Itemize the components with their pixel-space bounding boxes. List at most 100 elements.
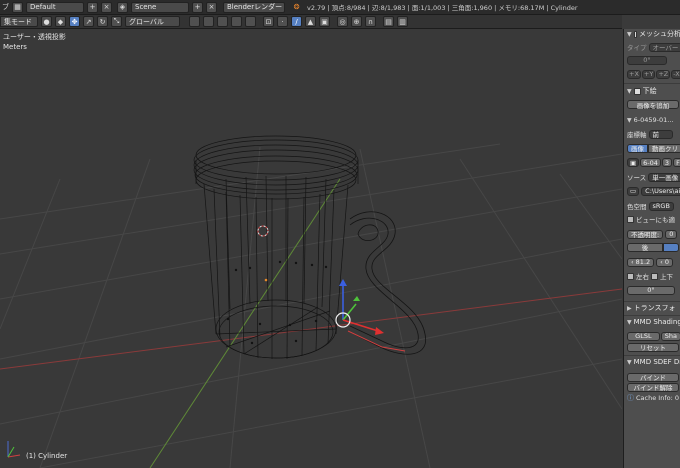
mesh-analysis-title: メッシュ分析 xyxy=(639,30,680,38)
mmd-shading-header[interactable]: ▼ MMD Shading xyxy=(624,317,680,327)
axis-dropdown[interactable]: 前 xyxy=(648,129,673,139)
info-header: ブ ▦ Default + × ◈ Scene + × Blenderレンダー … xyxy=(0,0,680,15)
unbind-button[interactable]: バインド解除 xyxy=(627,382,679,392)
scale-icon[interactable]: ⤡ xyxy=(111,16,122,27)
image-datablock[interactable]: 6-04 xyxy=(640,158,661,167)
face-select-icon[interactable]: ▲ xyxy=(305,16,316,27)
mode-selector[interactable]: 集モード xyxy=(0,16,38,27)
add-image-button[interactable]: 画像を追加 xyxy=(627,100,679,110)
translate-icon[interactable]: ↗ xyxy=(83,16,94,27)
render-animation-icon[interactable]: ▥ xyxy=(397,16,408,27)
y-axis-line xyxy=(149,178,341,468)
layer-2-button[interactable] xyxy=(203,16,214,27)
opacity-value[interactable]: 0 xyxy=(665,229,678,239)
axis-button-pz[interactable]: +Z xyxy=(656,69,671,79)
collapse-icon: ▼ xyxy=(627,318,632,326)
folder-icon[interactable]: ▭ xyxy=(627,186,640,196)
proportional-edit-icon[interactable]: ◎ xyxy=(337,16,348,27)
axis-button-px[interactable]: +X xyxy=(627,69,641,79)
collapse-icon: ▼ xyxy=(627,30,632,38)
source-label: ソース xyxy=(627,174,647,182)
layer-5-button[interactable] xyxy=(245,16,256,27)
layer-3-button[interactable] xyxy=(217,16,228,27)
reset-button[interactable]: リセット xyxy=(627,342,679,352)
flip-x-checkbox[interactable] xyxy=(627,272,634,280)
add-scene-button[interactable]: + xyxy=(192,1,203,13)
screen-layout-icon[interactable]: ▦ xyxy=(12,1,23,13)
lock-icon[interactable]: ⊡ xyxy=(263,16,274,27)
view-as-render-checkbox[interactable] xyxy=(627,215,634,223)
colorspace-dropdown[interactable]: sRGB xyxy=(648,201,674,211)
edge-select-icon[interactable]: / xyxy=(291,16,302,27)
glsl-button[interactable]: GLSL xyxy=(627,331,660,341)
flip-y-checkbox[interactable] xyxy=(651,272,658,280)
remove-layout-button[interactable]: × xyxy=(101,1,112,13)
snap-magnet-icon[interactable]: ∩ xyxy=(365,16,376,27)
size-field[interactable]: ‹ 81.2 xyxy=(627,257,655,267)
shadeless-button[interactable]: Sha xyxy=(660,331,680,341)
layout-selector[interactable]: Default xyxy=(26,1,84,13)
size-field-secondary[interactable]: ‹ 0 xyxy=(656,257,673,267)
mmd-sdef-title: MMD SDEF Driv xyxy=(633,358,680,366)
render-preview-icon[interactable]: ▤ xyxy=(383,16,394,27)
view3d-header: 集モード ● ◆ ✥ ↗ ↻ ⤡ グローバル ⊡ · / ▲ ▣ ◎ ⊕ ∩ ▤… xyxy=(0,15,622,29)
flip-y-label: 上下 xyxy=(660,273,673,281)
axis-button-py[interactable]: +Y xyxy=(641,69,656,79)
source-tab-image[interactable]: 画像 xyxy=(627,143,648,153)
filepath-field[interactable]: C:\Users\air... xyxy=(641,186,680,196)
mmd-shading-title: MMD Shading xyxy=(633,318,680,326)
divider xyxy=(624,355,680,356)
render-engine-selector[interactable]: Blenderレンダー xyxy=(223,1,285,13)
axis-button-nx[interactable]: -X xyxy=(671,69,680,79)
image-browse-icon[interactable]: ▣ xyxy=(627,158,640,167)
units-label: Meters xyxy=(3,43,27,51)
limit-selection-icon[interactable]: ▣ xyxy=(319,16,330,27)
transform-panel-title: トランスフォ xyxy=(633,304,676,312)
3d-viewport[interactable]: ユーザー・透視投影 Meters (1) Cylinder xyxy=(0,29,622,468)
source-dropdown[interactable]: 単一画像 xyxy=(648,172,680,182)
manipulator-toggle-icon[interactable]: ✥ xyxy=(69,16,80,27)
background-image-title: 下絵 xyxy=(642,87,657,95)
layer-1-button[interactable] xyxy=(189,16,200,27)
mmd-sdef-header[interactable]: ▼ MMD SDEF Driv xyxy=(624,357,680,367)
depth-front-button[interactable] xyxy=(663,242,679,252)
layer-4-button[interactable] xyxy=(231,16,242,27)
collapse-icon: ▼ xyxy=(627,358,632,366)
background-image-checkbox[interactable] xyxy=(633,87,641,95)
mesh-analysis-header[interactable]: ▼ メッシュ分析 xyxy=(624,29,680,39)
scene-icon[interactable]: ◈ xyxy=(117,1,128,13)
vertex-select-icon[interactable]: · xyxy=(277,16,288,27)
source-tab-movie-clip[interactable]: 動画クリ xyxy=(648,143,680,153)
image-user-count[interactable]: 3 xyxy=(661,158,673,167)
remove-scene-button[interactable]: × xyxy=(206,1,217,13)
depth-back-button[interactable]: 後 xyxy=(627,242,663,252)
type-dropdown[interactable]: オーバー xyxy=(648,42,680,52)
cache-info-text: Cache Info: 0 da xyxy=(636,394,680,402)
scene-name: Scene xyxy=(135,3,157,11)
opacity-slider[interactable]: 不透明度: xyxy=(627,229,664,239)
mode-name: 集モード xyxy=(4,17,32,26)
mesh-analysis-checkbox[interactable] xyxy=(633,30,637,38)
divider xyxy=(624,83,680,84)
angle-field[interactable]: 0° xyxy=(627,55,667,65)
transform-orientation-selector[interactable]: グローバル xyxy=(125,16,180,27)
rotation-field[interactable]: 0° xyxy=(627,285,675,295)
3d-cursor[interactable] xyxy=(257,225,269,237)
rotate-icon[interactable]: ↻ xyxy=(97,16,108,27)
bind-button[interactable]: バインド xyxy=(627,372,679,382)
expand-icon: ▼ xyxy=(627,116,632,124)
size-value: 81.2 xyxy=(635,258,651,266)
orientation-name: グローバル xyxy=(129,17,164,26)
pivot-icon[interactable]: ◆ xyxy=(55,16,66,27)
menu-tail[interactable]: ブ xyxy=(2,2,9,12)
fake-user-button[interactable]: F xyxy=(673,158,680,167)
shading-icon[interactable]: ● xyxy=(41,16,52,27)
scene-selector[interactable]: Scene xyxy=(131,1,189,13)
background-image-header[interactable]: ▼ 下絵 xyxy=(624,86,680,96)
orange-vertex xyxy=(264,278,268,282)
axis-label: 座標軸 xyxy=(627,131,647,139)
transform-panel-header[interactable]: ▶ トランスフォ xyxy=(624,303,680,313)
add-layout-button[interactable]: + xyxy=(87,1,98,13)
snap-element-icon[interactable]: ⊕ xyxy=(351,16,362,27)
viewport-scene[interactable] xyxy=(0,29,622,468)
